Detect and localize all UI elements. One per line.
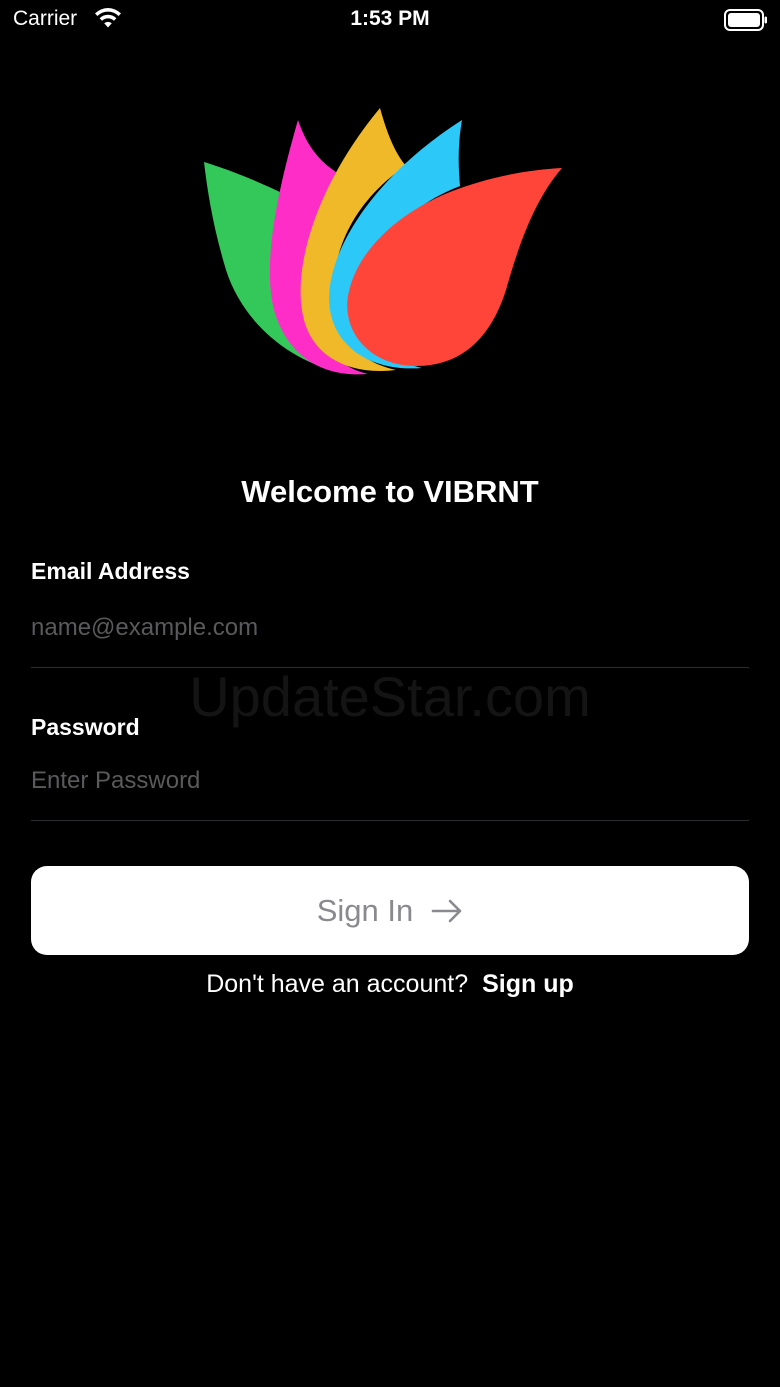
password-label: Password [31,714,140,740]
sign-up-link[interactable]: Sign up [482,970,574,998]
email-field[interactable] [31,606,749,650]
email-label: Email Address [31,558,190,584]
battery-icon [724,9,767,31]
password-field[interactable] [31,759,749,803]
welcome-title: Welcome to VIBRNT [241,474,539,509]
sign-in-label: Sign In [316,892,414,928]
signup-row: Don't have an account? Sign up [0,970,780,999]
lotus-logo-icon [204,108,562,375]
arrow-right-icon [431,899,462,922]
sign-in-button[interactable]: Sign In [31,866,749,955]
email-divider [31,667,749,668]
status-clock: 1:53 PM [350,7,430,30]
password-divider [31,820,749,821]
signup-prompt: Don't have an account? [206,970,469,998]
status-bar: Carrier 1:53 PM [0,0,780,40]
